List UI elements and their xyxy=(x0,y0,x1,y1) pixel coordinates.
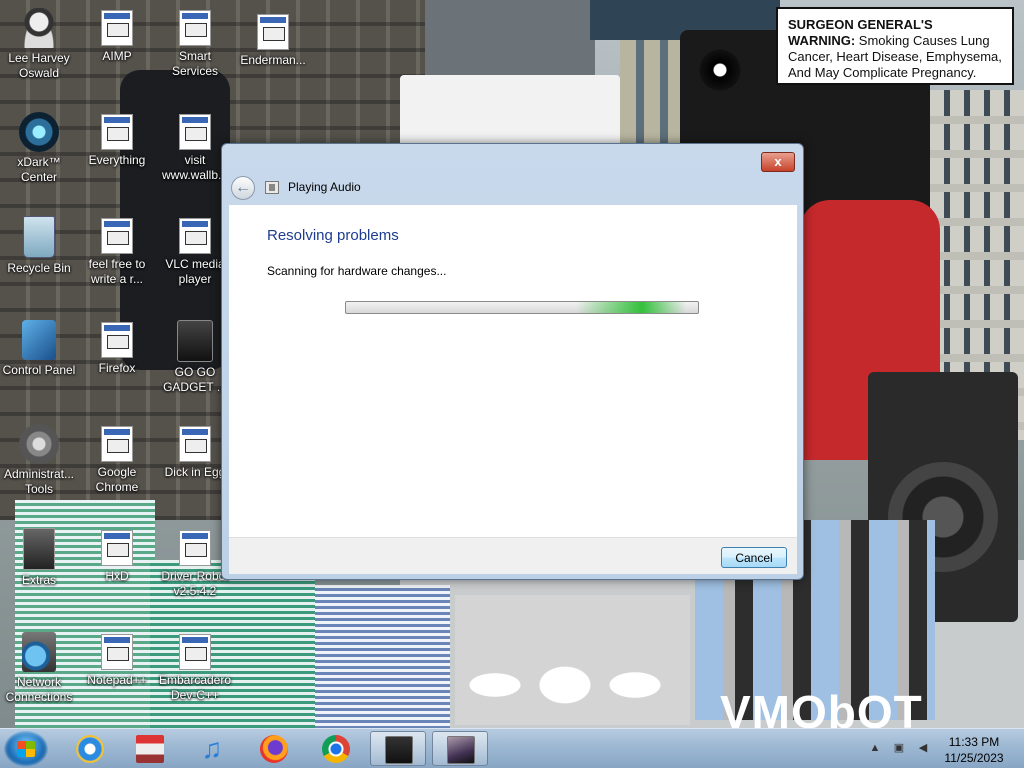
desktop-icon-dev-cpp[interactable]: Embarcadero Dev-C++ xyxy=(157,632,233,703)
taskbar-media-app[interactable] xyxy=(122,731,178,766)
page-heading: Resolving problems xyxy=(267,227,399,244)
desktop-icon-enderman[interactable]: Enderman... xyxy=(235,12,311,68)
aimp-icon xyxy=(101,10,133,46)
media-center-icon xyxy=(136,735,164,763)
desktop-icon-feel-free[interactable]: feel free to write a r... xyxy=(79,216,155,287)
dialog-content: Resolving problems Scanning for hardware… xyxy=(229,205,797,537)
network-tray-icon[interactable]: ▣ xyxy=(892,741,906,755)
desktop-icon-everything[interactable]: Everything xyxy=(79,112,155,168)
taskbar-clock[interactable]: 11:33 PM 11/25/2023 xyxy=(936,734,1012,766)
taskbar-desktop-app[interactable] xyxy=(370,731,426,766)
clock-time: 11:33 PM xyxy=(948,735,1000,749)
firefox-icon xyxy=(260,735,288,763)
wallpaper-watermark: VMObOT xyxy=(720,686,923,728)
volume-icon[interactable]: ◀ xyxy=(916,741,930,755)
desktop-icon-aimp[interactable]: AIMP xyxy=(79,8,155,64)
desktop-icon-recycle-bin[interactable]: Recycle Bin xyxy=(1,216,77,276)
dialog-title: Playing Audio xyxy=(288,180,361,194)
firefox-icon xyxy=(101,322,133,358)
taskbar-chrome[interactable] xyxy=(308,731,364,766)
desktop-icon-lee-harvey-oswald[interactable]: Lee Harvey Oswald xyxy=(1,8,77,81)
image-icon xyxy=(447,736,475,764)
search-icon xyxy=(101,114,133,150)
network-icon xyxy=(22,632,56,672)
chrome-icon xyxy=(101,426,133,462)
clock-date: 11/25/2023 xyxy=(944,751,1004,765)
ie-icon xyxy=(76,735,104,763)
desktop-icon-administrative-tools[interactable]: Administrat... Tools xyxy=(1,424,77,497)
desktop-icon-notepad-plus-plus[interactable]: Notepad++ xyxy=(79,632,155,688)
admin-tools-icon xyxy=(19,424,59,464)
start-button[interactable] xyxy=(4,731,48,767)
desktop-icon-extras[interactable]: Extras xyxy=(1,528,77,588)
music-note-icon: ♫ xyxy=(201,733,223,764)
back-button[interactable]: ← xyxy=(231,176,255,200)
vlc-icon xyxy=(179,218,211,254)
chrome-icon xyxy=(322,735,350,763)
desktop-icon-firefox[interactable]: Firefox xyxy=(79,320,155,376)
dialog-footer: Cancel xyxy=(229,537,797,574)
progress-marquee xyxy=(576,302,686,313)
surgeon-general-warning: SURGEON GENERAL'S WARNING: Smoking Cause… xyxy=(776,7,1014,85)
wallpaper-can xyxy=(315,585,450,728)
taskbar-internet-explorer[interactable] xyxy=(62,731,118,766)
cancel-button[interactable]: Cancel xyxy=(721,547,787,568)
taskbar-wallpaper-app[interactable] xyxy=(432,731,488,766)
close-icon: x xyxy=(774,154,782,169)
troubleshooter-icon xyxy=(265,181,279,194)
control-panel-icon xyxy=(22,320,56,360)
arrow-left-icon: ← xyxy=(235,179,251,196)
app-icon xyxy=(179,426,211,462)
recycle-bin-icon xyxy=(23,216,55,258)
playing-audio-dialog: x ← Playing Audio Resolving problems Sca… xyxy=(221,143,804,580)
person-icon xyxy=(19,8,59,48)
shield-icon xyxy=(179,530,211,566)
monitor-icon xyxy=(385,736,413,764)
xdark-icon xyxy=(19,112,59,152)
gear-icon xyxy=(179,10,211,46)
document-icon xyxy=(179,114,211,150)
taskbar: ♫ ▲ ▣ ◀ 11:33 PM 11/25/2023 xyxy=(0,728,1024,768)
status-text: Scanning for hardware changes... xyxy=(267,264,447,278)
close-button[interactable]: x xyxy=(761,152,795,172)
hxd-icon xyxy=(101,530,133,566)
taskbar-itunes[interactable]: ♫ xyxy=(184,731,240,766)
gadget-icon xyxy=(177,320,213,362)
desktop-icon-google-chrome[interactable]: Google Chrome xyxy=(79,424,155,495)
devcpp-icon xyxy=(179,634,211,670)
desktop-icon-xdark-center[interactable]: xDark™ Center xyxy=(1,112,77,185)
taskbar-firefox[interactable] xyxy=(246,731,302,766)
progress-bar xyxy=(345,301,699,314)
wallpaper-toilets xyxy=(455,595,690,725)
desktop-icon-control-panel[interactable]: Control Panel xyxy=(1,320,77,378)
desktop-icon-network-connections[interactable]: Network Connections xyxy=(1,632,77,705)
notepad-icon xyxy=(101,634,133,670)
desktop-icon-hxd[interactable]: HxD xyxy=(79,528,155,584)
desktop-icon-smart-services[interactable]: Smart Services xyxy=(157,8,233,79)
wallpaper-building xyxy=(425,0,595,80)
document-icon xyxy=(101,218,133,254)
app-window-icon xyxy=(257,14,289,50)
folder-icon xyxy=(23,528,55,570)
show-hidden-icons[interactable]: ▲ xyxy=(868,741,882,755)
